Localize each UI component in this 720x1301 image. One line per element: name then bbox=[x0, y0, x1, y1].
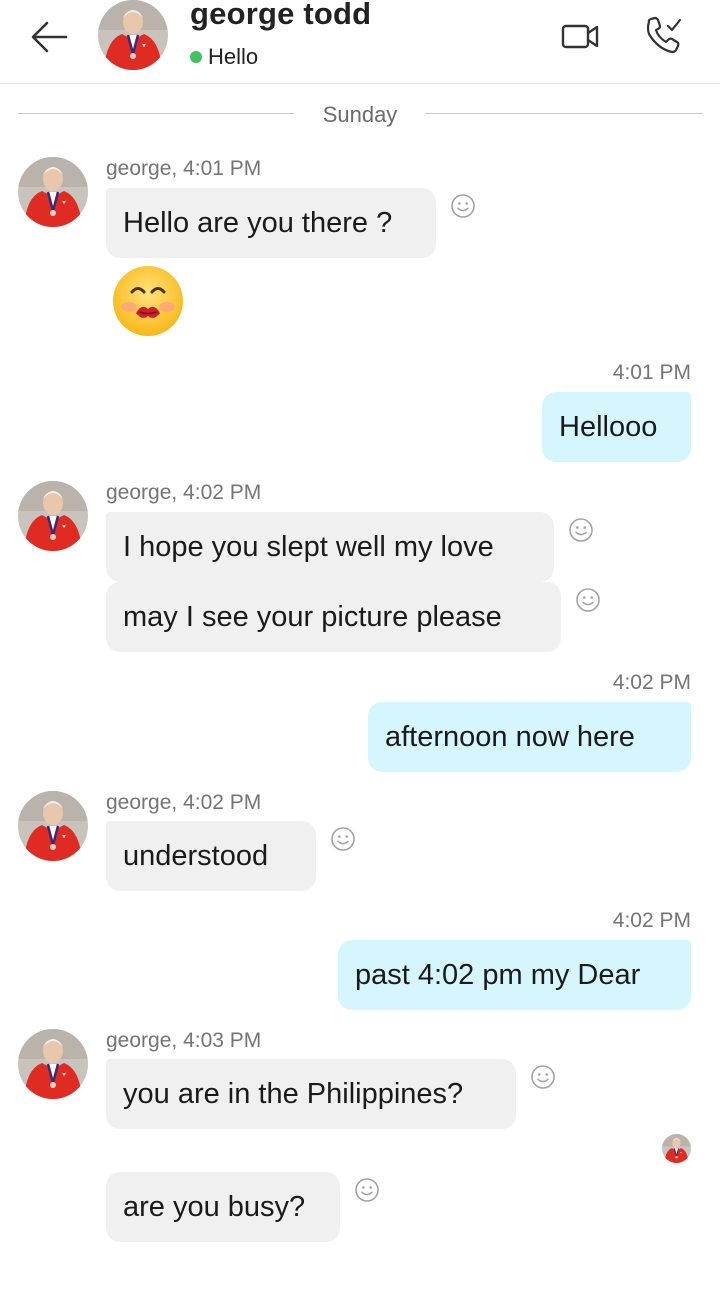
back-arrow-icon[interactable] bbox=[28, 18, 70, 56]
message-time: 4:02 PM bbox=[612, 671, 691, 694]
reaction-smiley-icon[interactable] bbox=[575, 587, 601, 613]
contact-status: Hello bbox=[208, 44, 259, 69]
message-time: 4:01 PM bbox=[612, 361, 691, 384]
reaction-smiley-icon[interactable] bbox=[530, 1064, 556, 1090]
incoming-message[interactable]: understood bbox=[106, 821, 316, 891]
incoming-message[interactable]: are you busy? bbox=[106, 1172, 340, 1242]
phone-call-icon[interactable] bbox=[640, 12, 686, 58]
incoming-message[interactable]: you are in the Philippines? bbox=[106, 1059, 516, 1129]
sender-avatar[interactable] bbox=[18, 481, 88, 551]
divider-line-right bbox=[425, 113, 703, 114]
message-meta: george, 4:01 PM bbox=[106, 157, 262, 180]
reaction-smiley-icon[interactable] bbox=[450, 193, 476, 219]
reaction-smiley-icon[interactable] bbox=[354, 1177, 380, 1203]
incoming-message[interactable]: may I see your picture please bbox=[106, 582, 561, 652]
video-call-icon[interactable] bbox=[558, 16, 602, 56]
message-meta: george, 4:02 PM bbox=[106, 791, 262, 814]
reaction-smiley-icon[interactable] bbox=[568, 517, 594, 543]
sender-avatar[interactable] bbox=[18, 1029, 88, 1099]
outgoing-message[interactable]: afternoon now here bbox=[368, 702, 691, 772]
message-time: 4:02 PM bbox=[612, 909, 691, 932]
contact-name[interactable]: george todd bbox=[190, 0, 371, 32]
read-receipt-avatar bbox=[662, 1134, 691, 1163]
outgoing-message[interactable]: Hellooo bbox=[542, 392, 691, 462]
sender-avatar[interactable] bbox=[18, 791, 88, 861]
contact-avatar[interactable] bbox=[98, 0, 168, 70]
reaction-smiley-icon[interactable] bbox=[330, 826, 356, 852]
outgoing-message[interactable]: past 4:02 pm my Dear bbox=[338, 940, 691, 1010]
online-status-dot bbox=[190, 51, 202, 63]
divider-line-left bbox=[18, 113, 294, 114]
message-meta: george, 4:03 PM bbox=[106, 1029, 262, 1052]
message-meta: george, 4:02 PM bbox=[106, 481, 262, 504]
sender-avatar[interactable] bbox=[18, 157, 88, 227]
day-divider-label: Sunday bbox=[322, 102, 398, 127]
chat-header: george todd Hello bbox=[0, 0, 720, 84]
kissing-face-emoji[interactable] bbox=[112, 265, 184, 337]
incoming-message[interactable]: I hope you slept well my love bbox=[106, 512, 554, 582]
incoming-message[interactable]: Hello are you there ? bbox=[106, 188, 436, 258]
